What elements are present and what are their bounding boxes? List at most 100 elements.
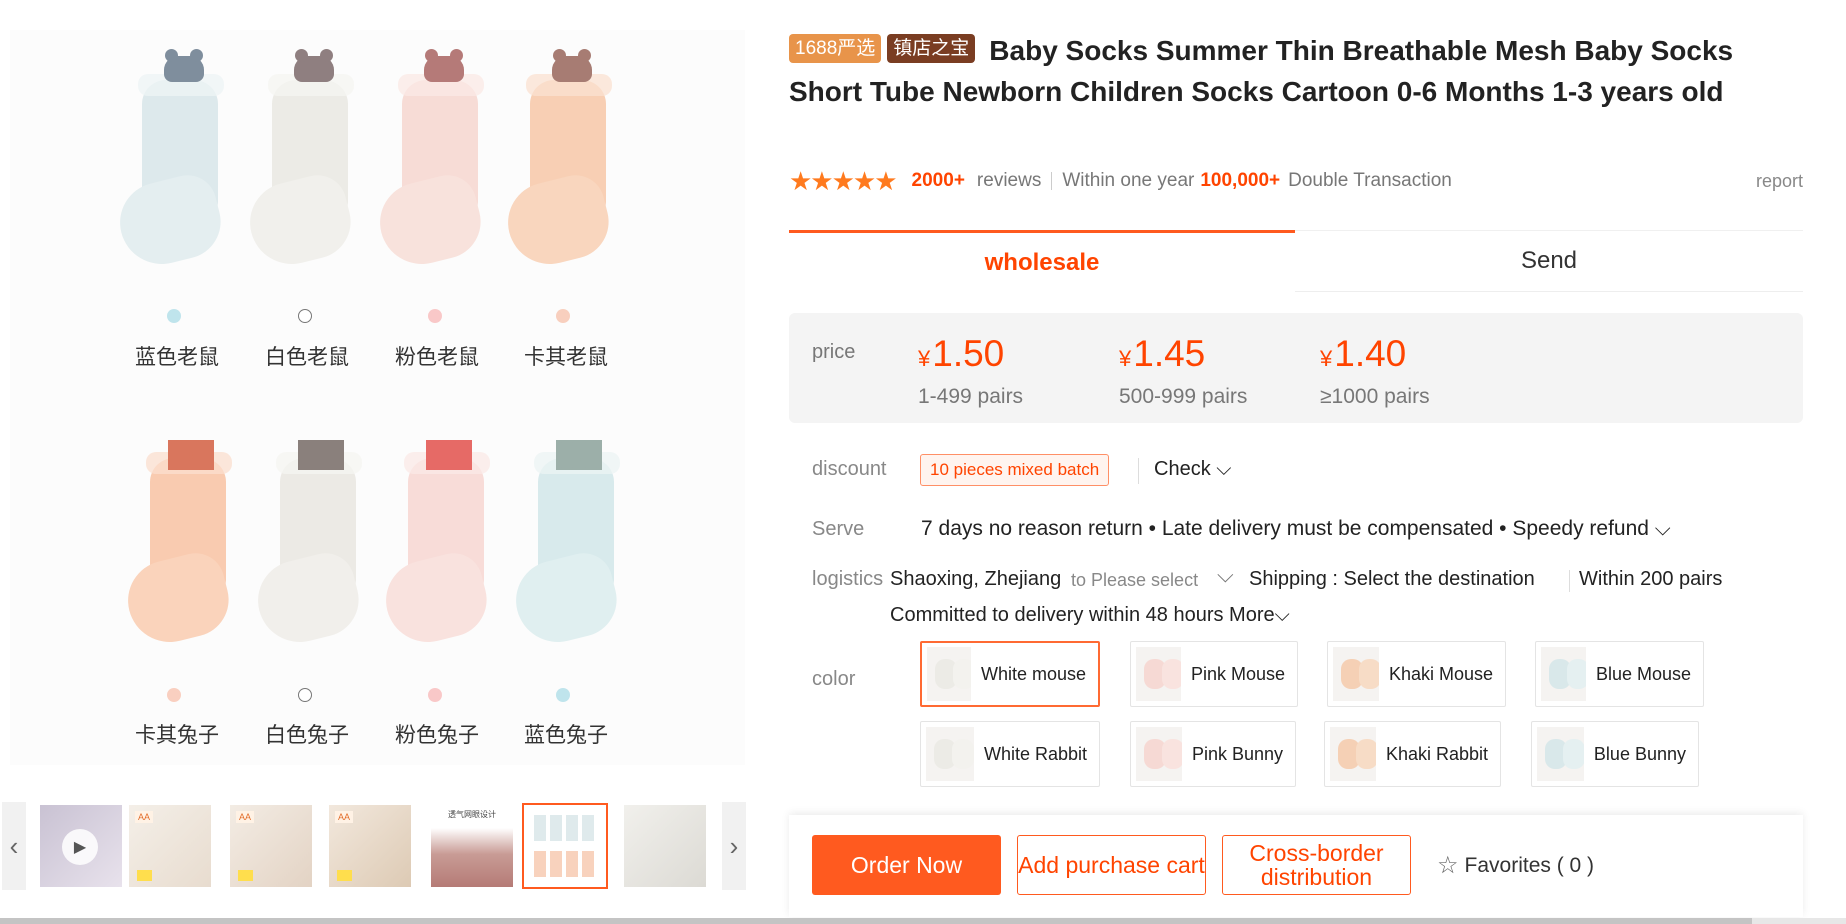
caption-row2-4: 蓝色兔子 (524, 723, 608, 747)
price-label: price (812, 341, 856, 363)
caption-row1-3: 粉色老鼠 (395, 345, 479, 369)
logistics-destination-select[interactable]: to Please select (1071, 570, 1198, 591)
color-label: color (812, 668, 856, 690)
report-link[interactable]: report (1756, 171, 1803, 192)
thumb-lifestyle-2[interactable]: AA (228, 803, 314, 889)
caption-row1-4: 卡其老鼠 (524, 345, 608, 369)
caption-row2-1: 卡其兔子 (135, 723, 219, 747)
thumb-color-chart[interactable] (522, 803, 608, 889)
thumb-lifestyle-3[interactable]: AA (327, 803, 413, 889)
color-thumb (927, 647, 971, 701)
tab-send[interactable]: Send (1295, 230, 1803, 292)
swatch-white-2 (298, 688, 312, 702)
price-box: price ¥1.50 1-499 pairs ¥1.45 500-999 pa… (789, 313, 1803, 423)
caption-row2-3: 粉色兔子 (395, 723, 479, 747)
discount-check-dropdown[interactable]: Check ⌵ (1154, 458, 1231, 481)
favorites-label: Favorites ( 0 ) (1464, 853, 1595, 877)
swatch-khaki-2 (167, 688, 181, 702)
product-info: 1688严选 镇店之宝 Baby Socks Summer Thin Breatha… (789, 30, 1803, 787)
price-qty: ≥1000 pairs (1320, 385, 1430, 408)
star-outline-icon: ☆ (1437, 852, 1459, 879)
logistics-shipping[interactable]: Shipping : Select the destination (1249, 568, 1535, 591)
caption-row1-2: 白色老鼠 (265, 345, 349, 369)
swatch-white (298, 309, 312, 323)
divider (1138, 458, 1139, 484)
discount-label: discount (812, 458, 887, 480)
color-thumb (1136, 727, 1182, 781)
within-year-label: Within one year (1062, 170, 1195, 191)
sock-white-rabbit (249, 440, 380, 653)
color-thumb (1541, 647, 1586, 701)
scrollbar-thumb[interactable] (0, 918, 1752, 924)
sock-pink-mouse (371, 49, 502, 275)
color-option-pink-bunny[interactable]: Pink Bunny (1130, 721, 1296, 787)
sock-blue-rabbit (507, 440, 638, 653)
color-option-blue-bunny[interactable]: Blue Bunny (1531, 721, 1699, 787)
purchase-tabs: wholesale Send (789, 230, 1803, 325)
serve-text[interactable]: 7 days no reason return • Late delivery … (921, 517, 1671, 541)
price-tier-3: ¥1.40 ≥1000 pairs (1320, 333, 1430, 408)
color-option-pink-mouse[interactable]: Pink Mouse (1130, 641, 1298, 707)
price-qty: 500-999 pairs (1119, 385, 1248, 408)
cross-border-distribution-button[interactable]: Cross-border distribution (1222, 835, 1411, 895)
serve-label: Serve (812, 518, 865, 540)
swatch-pink (428, 309, 442, 323)
thumb-video[interactable]: ▶ (38, 803, 124, 889)
swatch-blue-2 (556, 688, 570, 702)
sock-white-mouse (241, 49, 372, 275)
divider (1569, 570, 1570, 592)
horizontal-scrollbar[interactable] (0, 918, 1846, 924)
color-thumb (1330, 727, 1376, 781)
swatch-pink-2 (428, 688, 442, 702)
color-option-white-mouse[interactable]: White mouse (920, 641, 1100, 707)
logistics-origin: Shaoxing, Zhejiang (890, 568, 1062, 590)
color-option-blue-mouse[interactable]: Blue Mouse (1535, 641, 1704, 707)
sock-blue-mouse (111, 49, 242, 275)
badge-store-treasure: 镇店之宝 (887, 34, 976, 63)
thumbnail-strip: ‹ ▶ AA AA AA 透气网眼设计 › (0, 800, 750, 892)
caption-row1-1: 蓝色老鼠 (135, 345, 219, 369)
order-now-button[interactable]: Order Now (812, 835, 1001, 895)
badge-1688: 1688严选 (789, 34, 882, 63)
product-page: 蓝色老鼠 白色老鼠 粉色老鼠 卡其老鼠 卡其兔子 白色兔子 粉色兔子 蓝色兔子 … (0, 0, 1846, 924)
logistics-within: Within 200 pairs (1579, 568, 1723, 590)
chevron-down-icon[interactable]: ⌵ (1217, 562, 1234, 588)
price-value: 1.50 (932, 333, 1005, 374)
play-icon: ▶ (62, 829, 98, 865)
tab-wholesale[interactable]: wholesale (789, 230, 1295, 292)
color-option-khaki-mouse[interactable]: Khaki Mouse (1327, 641, 1506, 707)
price-tier-2: ¥1.45 500-999 pairs (1119, 333, 1248, 408)
rating-stars-icon: ★★★★★ (789, 165, 898, 196)
color-option-white-rabbit[interactable]: White Rabbit (920, 721, 1100, 787)
color-option-khaki-rabbit[interactable]: Khaki Rabbit (1324, 721, 1501, 787)
thumb-white-pair[interactable] (622, 803, 708, 889)
main-product-image[interactable]: 蓝色老鼠 白色老鼠 粉色老鼠 卡其老鼠 卡其兔子 白色兔子 粉色兔子 蓝色兔子 (10, 30, 745, 765)
action-bar: Order Now Add purchase cart Cross-border… (789, 815, 1803, 917)
reviews-label[interactable]: reviews (977, 170, 1041, 192)
price-qty: 1-499 pairs (918, 385, 1024, 408)
product-title-row: 1688严选 镇店之宝 Baby Socks Summer Thin Breatha… (789, 30, 1803, 112)
thumb-prev-arrow[interactable]: ‹ (2, 802, 26, 890)
sock-pink-rabbit (377, 440, 508, 653)
caption-row2-2: 白色兔子 (265, 723, 349, 747)
thumb-next-arrow[interactable]: › (722, 802, 746, 890)
color-thumb (926, 727, 974, 781)
discount-tag[interactable]: 10 pieces mixed batch (920, 454, 1110, 486)
swatch-khaki (556, 309, 570, 323)
favorites-button[interactable]: ☆ Favorites ( 0 ) (1437, 851, 1594, 880)
price-tier-1: ¥1.50 1-499 pairs (918, 333, 1024, 408)
transactions-label: Double Transaction (1288, 170, 1452, 191)
logistics-label: logistics (812, 568, 884, 590)
meta-row: ★★★★★ 2000+ reviews Within one year 100,… (789, 166, 1803, 196)
divider (1051, 172, 1053, 190)
thumb-mesh-detail[interactable]: 透气网眼设计 (429, 803, 515, 889)
sock-khaki-rabbit (119, 440, 250, 653)
color-thumb (1333, 647, 1379, 701)
color-thumb (1537, 727, 1584, 781)
add-purchase-cart-button[interactable]: Add purchase cart (1017, 835, 1206, 895)
thumb-lifestyle-1[interactable]: AA (127, 803, 213, 889)
swatch-blue (167, 309, 181, 323)
color-thumb (1136, 647, 1181, 701)
reviews-count[interactable]: 2000+ (912, 170, 965, 192)
logistics-commit[interactable]: Committed to delivery within 48 hours Mo… (890, 604, 1290, 627)
